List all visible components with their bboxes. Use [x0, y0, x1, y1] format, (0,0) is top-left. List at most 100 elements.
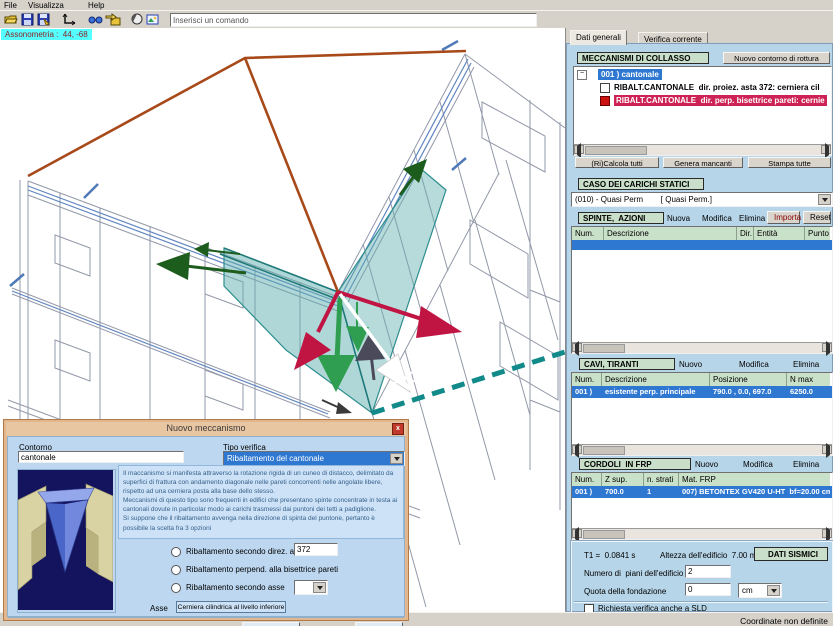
ties-table[interactable]: Num. Descrizione Posizione N max 001 ) e…	[571, 372, 833, 456]
mechanism-1-checkbox[interactable]	[600, 83, 610, 93]
thrust-reset-button[interactable]: Reset	[803, 211, 831, 224]
ties-table-header-row: Num. Descrizione Posizione N max	[572, 373, 832, 386]
save-icon[interactable]	[21, 13, 34, 28]
thrusts-table-header-row: Num. Descrizione Dir. Entità Punto	[572, 227, 832, 240]
ok-button[interactable]: Ok	[242, 622, 300, 626]
tie-delete-button[interactable]: Elimina	[793, 360, 819, 369]
radio-direction-asta[interactable]	[171, 547, 181, 557]
menu-bar: File Visualizza Help	[0, 0, 833, 10]
generate-missing-button[interactable]: Genera mancanti	[663, 157, 743, 168]
frp-table-header-row: Num. Z sup. n. strati Mat. FRP	[572, 473, 832, 486]
mechanisms-tree-hscrollbar[interactable]	[574, 144, 831, 155]
thrust-delete-button[interactable]: Elimina	[739, 214, 765, 223]
tie-new-button[interactable]: Nuovo	[679, 360, 702, 369]
frp-selected-row[interactable]: 001 ) 700.0 1 007) BETONTEX GV420 U-HT b…	[572, 486, 832, 498]
frp-table[interactable]: Num. Z sup. n. strati Mat. FRP 001 ) 700…	[571, 472, 833, 540]
tree-collapse-toggle[interactable]: −	[577, 70, 587, 80]
image-icon[interactable]	[146, 13, 159, 28]
contour-input[interactable]	[18, 451, 184, 463]
dialog-title: Nuovo meccanismo	[166, 423, 245, 433]
frp-beams-header: CORDOLI IN FRP	[579, 458, 691, 470]
separator	[574, 601, 828, 603]
floors-input[interactable]	[685, 565, 731, 578]
ties-selected-row[interactable]: 001 ) esistente perp. principale 790.0 ,…	[572, 386, 832, 398]
frp-delete-button[interactable]: Elimina	[793, 460, 819, 469]
asse-dropdown-arrow[interactable]	[313, 582, 326, 593]
tree-mechanism-1[interactable]: RIBALT.CANTONALE dir. proiez. asta 372: …	[614, 83, 820, 92]
tab-dati-generali[interactable]: Dati generali	[570, 30, 627, 45]
print-all-button[interactable]: Stampa tutte	[748, 157, 831, 168]
thrusts-selected-row[interactable]	[572, 240, 832, 250]
panel-body: MECCANISMI DI COLLASSO Nuovo contorno di…	[566, 43, 833, 612]
command-input[interactable]	[170, 13, 537, 27]
col-entita: Entità	[754, 227, 805, 240]
mechanism-description: Il maccanismo si manifesta attraverso la…	[118, 465, 404, 539]
mechanisms-tree[interactable]: − 001 ) cantonale RIBALT.CANTONALE dir. …	[573, 66, 832, 156]
thrust-edit-button[interactable]: Modifica	[702, 214, 732, 223]
static-load-case-value: (010) - Quasi Perm [ Quasi Perm.]	[575, 195, 712, 204]
radio-perpendicular-bisector[interactable]	[171, 565, 181, 575]
hinge-level-button[interactable]: Cerniera cilindrica al livello inferiore	[176, 601, 286, 613]
verification-type-dropdown[interactable]: Ribaltamento del cantonale	[223, 451, 405, 466]
divider	[8, 617, 404, 619]
collapse-mechanisms-header: MECCANISMI DI COLLASSO	[577, 52, 709, 64]
type-dropdown-arrow[interactable]	[390, 453, 403, 464]
menu-file[interactable]: File	[4, 1, 17, 10]
new-fracture-contour-button[interactable]: Nuovo contorno di rottura	[723, 52, 830, 64]
radio-secondo-asse-label: Ribaltamento secondo asse	[186, 583, 285, 592]
static-load-dropdown-arrow[interactable]	[818, 194, 831, 205]
asse-label: Asse	[150, 604, 168, 613]
thrust-new-button[interactable]: Nuova	[667, 214, 690, 223]
open-icon[interactable]	[4, 13, 18, 28]
col-num: Num.	[572, 373, 602, 386]
tree-root-contour[interactable]: 001 ) cantonale	[598, 69, 662, 80]
radio-secondo-asse[interactable]	[171, 583, 181, 593]
mechanism-preview-image	[17, 469, 116, 613]
render-icon[interactable]	[131, 13, 144, 28]
thrusts-table[interactable]: Num. Descrizione Dir. Entità Punto	[571, 226, 833, 354]
cell-zsup: 700.0	[602, 486, 644, 496]
col-dir: Dir.	[737, 227, 754, 240]
thrusts-hscrollbar[interactable]	[572, 342, 832, 353]
floors-label: Numero di piani dell'edificio	[584, 569, 683, 578]
unit-dropdown-arrow[interactable]	[767, 585, 780, 596]
view-mode-label: Assonometria : 44, -68	[1, 29, 92, 40]
col-nstrati: n. strati	[644, 473, 679, 486]
tie-edit-button[interactable]: Modifica	[739, 360, 769, 369]
menu-help[interactable]: Help	[88, 1, 104, 10]
col-num: Num.	[572, 227, 604, 240]
coordinates-status: Coordinate non definite	[740, 616, 828, 626]
dialog-title-bar[interactable]: Nuovo meccanismo x	[6, 422, 406, 436]
cell-posizione: 790.0 , 0.0, 697.0	[710, 386, 787, 396]
toolbar	[0, 10, 833, 30]
save-as-icon[interactable]	[37, 13, 50, 28]
static-load-case-dropdown[interactable]: (010) - Quasi Perm [ Quasi Perm.]	[571, 192, 833, 207]
asta-number-input[interactable]	[294, 543, 338, 556]
view-glasses-icon[interactable]	[88, 13, 103, 28]
axes-icon[interactable]	[62, 13, 77, 28]
close-icon[interactable]: x	[392, 423, 404, 435]
import-entity-icon[interactable]	[105, 13, 121, 28]
new-mechanism-dialog: Nuovo meccanismo x Contorno Tipo verific…	[3, 419, 409, 621]
right-panel: Dati generali Verifica corrente MECCANIS…	[566, 28, 833, 612]
mechanism-2-marker[interactable]	[600, 96, 610, 106]
seismic-data-button[interactable]: DATI SISMICI	[754, 547, 828, 561]
tree-mechanism-2[interactable]: RIBALT.CANTONALE dir. perp. bisettrice p…	[614, 95, 827, 106]
ties-hscrollbar[interactable]	[572, 444, 832, 455]
recalculate-all-button[interactable]: (Ri)Calcola tutti	[575, 157, 659, 168]
static-load-case-header: CASO DEI CARICHI STATICI	[578, 178, 704, 190]
foundation-unit-dropdown[interactable]: cm	[738, 583, 782, 598]
col-nmax: N max	[787, 373, 830, 386]
foundation-input[interactable]	[685, 583, 731, 596]
col-matfrp: Mat. FRP	[679, 473, 830, 486]
thrust-import-button[interactable]: Importa	[767, 211, 800, 224]
cell-descrizione: esistente perp. principale	[602, 386, 710, 396]
frp-new-button[interactable]: Nuovo	[695, 460, 718, 469]
frp-hscrollbar[interactable]	[572, 528, 832, 539]
menu-visualizza[interactable]: Visualizza	[28, 1, 64, 10]
radio-perpendicular-bisector-label: Ribaltamento perpend. alla bisettrice pa…	[186, 565, 338, 574]
asse-dropdown[interactable]	[294, 580, 328, 595]
cancel-button[interactable]: Annulla	[355, 622, 403, 626]
dialog-body: Contorno Tipo verifica Ribaltamento del …	[7, 436, 405, 617]
frp-edit-button[interactable]: Modifica	[743, 460, 773, 469]
